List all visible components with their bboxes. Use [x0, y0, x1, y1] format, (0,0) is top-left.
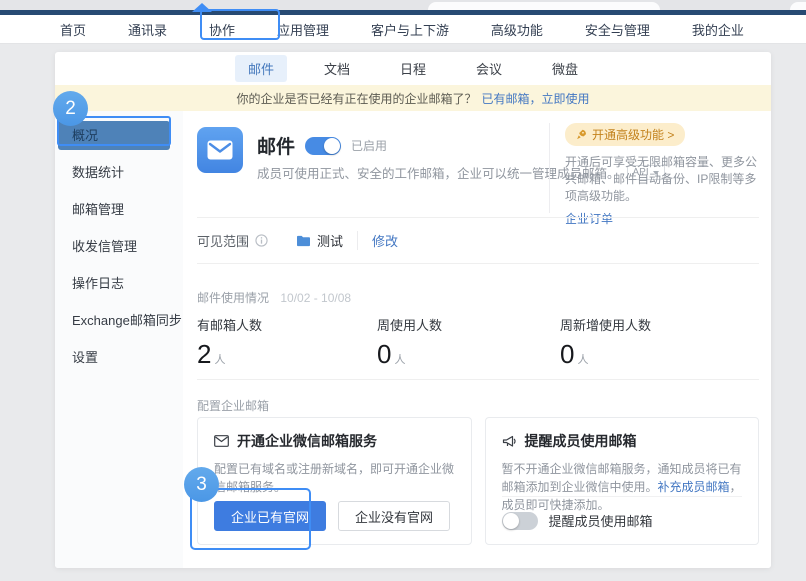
premium-promo-panel: 开通高级功能 > 开通后可享受无限邮箱容量、更多公共邮箱、邮件自动备份、IP限制…: [549, 123, 759, 213]
nav-item-collaboration[interactable]: 协作: [209, 20, 235, 39]
stat-unit: 人: [214, 354, 225, 366]
sidebar-item-statistics[interactable]: 数据统计: [55, 154, 183, 191]
tab-drive[interactable]: 微盘: [539, 55, 591, 82]
info-icon: [255, 234, 268, 247]
nav-item-contacts[interactable]: 通讯录: [128, 20, 167, 39]
nav-item-advanced[interactable]: 高级功能: [491, 20, 543, 39]
callout-pointer-triangle: [192, 3, 212, 12]
activate-card-description: 配置已有域名或注册新域名，即可开通企业微信邮箱服务。: [214, 460, 455, 496]
enterprise-order-link[interactable]: 企业订单: [565, 210, 759, 227]
premium-description: 开通后可享受无限邮箱容量、更多公共邮箱、邮件自动备份、IP限制等多项高级功能。: [565, 154, 759, 205]
remind-toggle-row: 提醒成员使用邮箱: [502, 511, 653, 530]
background-window-tab: [428, 2, 660, 10]
no-website-button[interactable]: 企业没有官网: [338, 501, 450, 531]
config-section-title: 配置企业邮箱: [197, 397, 269, 414]
premium-badge-label: 开通高级功能 >: [592, 126, 674, 143]
supplement-member-mailbox-link[interactable]: 补充成员邮箱: [658, 480, 730, 494]
tab-meeting[interactable]: 会议: [463, 55, 515, 82]
main-card: 邮件 文档 日程 会议 微盘 你的企业是否已经有正在使用的企业邮箱了？ 已有邮箱…: [55, 52, 771, 568]
top-navigation: 首页 通讯录 协作 应用管理 客户与上下游 高级功能 安全与管理 我的企业: [0, 15, 806, 44]
nav-item-home[interactable]: 首页: [60, 20, 86, 39]
stat-label: 周使用人数: [377, 315, 560, 334]
scope-department-chip: 测试: [296, 231, 358, 250]
admin-console-screen: 首页 通讯录 协作 应用管理 客户与上下游 高级功能 安全与管理 我的企业 邮件…: [0, 0, 806, 581]
sidebar-item-exchange-sync[interactable]: Exchange邮箱同步: [55, 302, 183, 339]
tab-docs[interactable]: 文档: [311, 55, 363, 82]
stat-value: 0: [377, 339, 391, 369]
stat-weekly-users: 周使用人数 0人: [377, 315, 560, 370]
megaphone-icon: [502, 435, 517, 448]
tab-mail[interactable]: 邮件: [235, 55, 287, 82]
envelope-outline-icon: [214, 435, 229, 447]
rocket-icon: [576, 129, 587, 140]
nav-item-app-management[interactable]: 应用管理: [277, 20, 329, 39]
modify-scope-link[interactable]: 修改: [372, 231, 398, 250]
stat-unit: 人: [577, 354, 588, 366]
envelope-icon: [207, 140, 233, 160]
remind-toggle-label: 提醒成员使用邮箱: [549, 511, 653, 530]
stat-weekly-new-users: 周新增使用人数 0人: [560, 315, 651, 370]
stat-mailbox-count: 有邮箱人数 2人: [197, 315, 377, 370]
config-cards: 开通企业微信邮箱服务 配置已有域名或注册新域名，即可开通企业微信邮箱服务。 企业…: [197, 417, 759, 545]
nav-item-my-company[interactable]: 我的企业: [692, 20, 744, 39]
sidebar: 概况 数据统计 邮箱管理 收发信管理 操作日志 Exchange邮箱同步 设置: [55, 111, 183, 568]
banner-use-existing-link[interactable]: 已有邮箱，立即使用: [482, 90, 590, 107]
tab-calendar[interactable]: 日程: [387, 55, 439, 82]
visible-scope-label-text: 可见范围: [197, 231, 249, 250]
stat-value: 0: [560, 339, 574, 369]
nav-item-security[interactable]: 安全与管理: [585, 20, 650, 39]
nav-item-customers[interactable]: 客户与上下游: [371, 20, 449, 39]
sidebar-item-mailbox-management[interactable]: 邮箱管理: [55, 191, 183, 228]
banner-question-text: 你的企业是否已经有正在使用的企业邮箱了？: [236, 90, 476, 107]
sub-tabs: 邮件 文档 日程 会议 微盘: [55, 52, 771, 85]
remind-card-title: 提醒成员使用邮箱: [525, 431, 637, 451]
scope-department-name: 测试: [317, 231, 343, 250]
activate-card-title: 开通企业微信邮箱服务: [237, 431, 377, 451]
usage-stats: 有邮箱人数 2人 周使用人数 0人 周新增使用人数 0人: [197, 315, 759, 370]
activate-card-buttons: 企业已有官网 企业没有官网: [214, 501, 450, 531]
window-top-strip: [0, 0, 806, 10]
card-divider: [502, 496, 743, 497]
card-content: 概况 数据统计 邮箱管理 收发信管理 操作日志 Exchange邮箱同步 设置 …: [55, 111, 771, 568]
stat-label: 有邮箱人数: [197, 315, 377, 334]
sidebar-item-send-receive[interactable]: 收发信管理: [55, 228, 183, 265]
stat-unit: 人: [394, 354, 405, 366]
activate-card-title-row: 开通企业微信邮箱服务: [214, 431, 455, 451]
remind-card-description: 暂不开通企业微信邮箱服务，通知成员将已有邮箱添加到企业微信中使用。补充成员邮箱，…: [502, 460, 743, 514]
mail-app-icon: [197, 127, 243, 173]
divider: [197, 379, 759, 380]
toggle-knob: [503, 513, 519, 529]
app-title-row: 邮件 已启用: [257, 132, 387, 159]
background-window-corner: [790, 2, 806, 10]
activate-mailbox-card: 开通企业微信邮箱服务 配置已有域名或注册新域名，即可开通企业微信邮箱服务。 企业…: [197, 417, 472, 545]
toggle-knob: [324, 138, 340, 154]
remind-card-title-row: 提醒成员使用邮箱: [502, 431, 743, 451]
visible-scope-row: 可见范围 测试 修改: [197, 225, 398, 255]
has-website-button[interactable]: 企业已有官网: [214, 501, 326, 531]
usage-period: 10/02 - 10/08: [280, 291, 351, 305]
remind-members-toggle[interactable]: [502, 512, 538, 530]
main-panel: 邮件 已启用 成员可使用正式、安全的工作邮箱，企业可以统一管理成员邮箱。 API: [183, 111, 771, 568]
visible-scope-label: 可见范围: [197, 231, 268, 250]
mail-enabled-toggle[interactable]: [305, 137, 341, 155]
folder-icon: [296, 234, 311, 247]
stat-label: 周新增使用人数: [560, 315, 651, 334]
app-title: 邮件: [257, 132, 295, 159]
usage-section-title: 邮件使用情况 10/02 - 10/08: [197, 289, 351, 306]
sidebar-item-operation-log[interactable]: 操作日志: [55, 265, 183, 302]
premium-badge[interactable]: 开通高级功能 >: [565, 123, 685, 146]
mailbox-question-banner: 你的企业是否已经有正在使用的企业邮箱了？ 已有邮箱，立即使用: [55, 85, 771, 111]
step-3-badge: 3: [184, 467, 219, 502]
remind-members-card: 提醒成员使用邮箱 暂不开通企业微信邮箱服务，通知成员将已有邮箱添加到企业微信中使…: [485, 417, 760, 545]
divider: [197, 263, 759, 264]
step-2-badge: 2: [53, 91, 88, 126]
enabled-status-text: 已启用: [351, 137, 387, 154]
divider: [197, 217, 759, 218]
usage-title-text: 邮件使用情况: [197, 291, 269, 305]
stat-value: 2: [197, 339, 211, 369]
sidebar-item-settings[interactable]: 设置: [55, 339, 183, 376]
